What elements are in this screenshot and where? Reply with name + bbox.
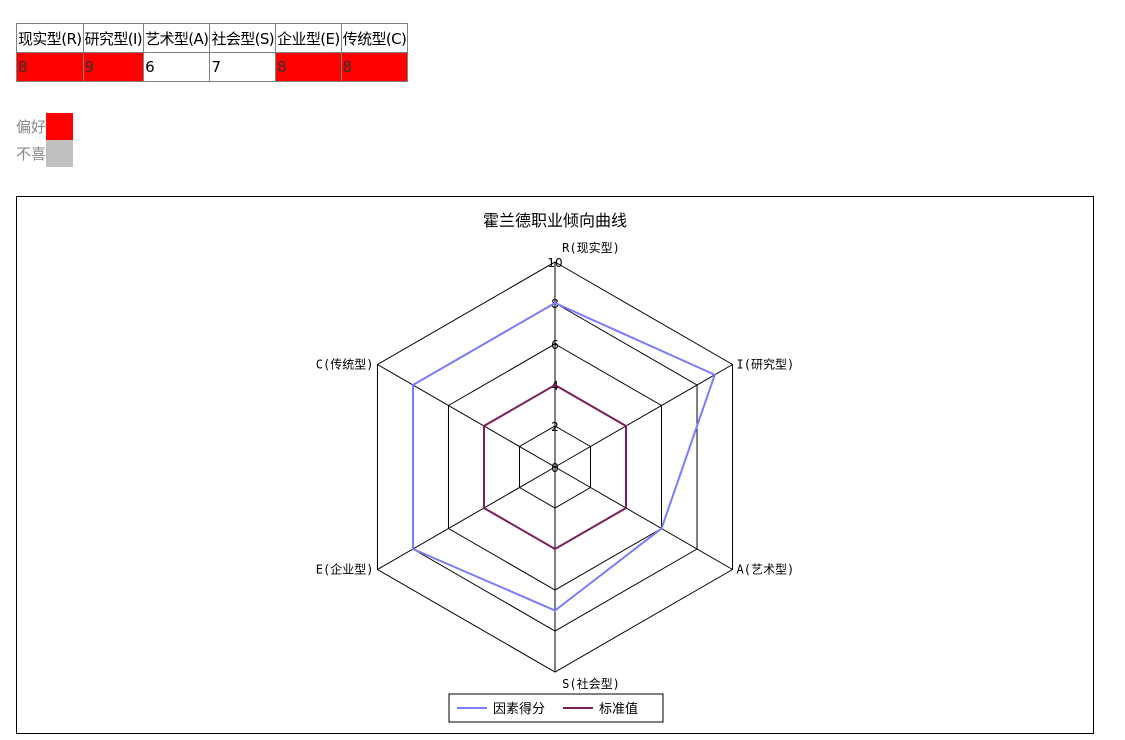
legend-row-prefer: 偏好 (16, 113, 74, 140)
header-cell-i: 研究型(I) (82, 23, 145, 53)
value-cell-c: 8 (340, 52, 409, 82)
table-header-row: 现实型(R) 研究型(I) 艺术型(A) 社会型(S) 企业型(E) 传统型(C… (16, 23, 409, 53)
axis-spoke (554, 364, 733, 468)
legend-label-prefer: 偏好 (16, 118, 47, 136)
header-cell-e: 企业型(E) (275, 23, 342, 53)
header-cell-a: 艺术型(A) (143, 23, 211, 53)
value-cell-e: 8 (275, 52, 342, 82)
table-value-row: 8 9 6 7 8 8 (16, 52, 409, 82)
axis-spoke (377, 364, 556, 468)
legend-swatch-dislike (46, 140, 74, 167)
legend-series-label: 标准值 (599, 701, 638, 717)
axis-label: C(传统型) (316, 357, 374, 372)
tick-label: 6 (551, 338, 559, 352)
tick-label: 0 (551, 461, 559, 475)
chart-title: 霍兰德职业倾向曲线 (483, 211, 627, 230)
tick-label: 10 (547, 256, 562, 270)
value-cell-a: 6 (143, 52, 211, 82)
axis-spoke (554, 466, 733, 570)
chart-panel: 霍兰德职业倾向曲线 0 2 4 6 8 10 R(现实型) I(研究型) A(艺术型) S(社会型… (16, 196, 1094, 734)
tick-label: 2 (551, 420, 559, 434)
legend-series-label: 因素得分 (493, 701, 545, 717)
header-cell-s: 社会型(S) (209, 23, 277, 53)
axis-spoke (377, 466, 556, 570)
axis-label: R(现实型) (562, 240, 620, 255)
legend-row-dislike: 不喜 (16, 140, 74, 167)
header-cell-c: 传统型(C) (340, 23, 409, 53)
preference-legend: 偏好 不喜 (16, 113, 74, 167)
value-cell-i: 9 (82, 52, 145, 82)
axis-label: E(企业型) (316, 562, 374, 577)
axis-label: I(研究型) (737, 357, 795, 372)
header-cell-r: 现实型(R) (16, 23, 84, 53)
axis-label: A(艺术型) (737, 563, 795, 577)
legend-label-dislike: 不喜 (16, 145, 47, 163)
value-cell-r: 8 (16, 52, 84, 82)
score-table: 现实型(R) 研究型(I) 艺术型(A) 社会型(S) 企业型(E) 传统型(C… (16, 23, 409, 82)
value-cell-s: 7 (209, 52, 277, 82)
axis-label: S(社会型) (562, 676, 620, 691)
radar-chart: 霍兰德职业倾向曲线 0246810R(现实型)I(研究型)A(艺术型)S(社会型… (316, 211, 795, 723)
legend-swatch-prefer (46, 113, 74, 140)
